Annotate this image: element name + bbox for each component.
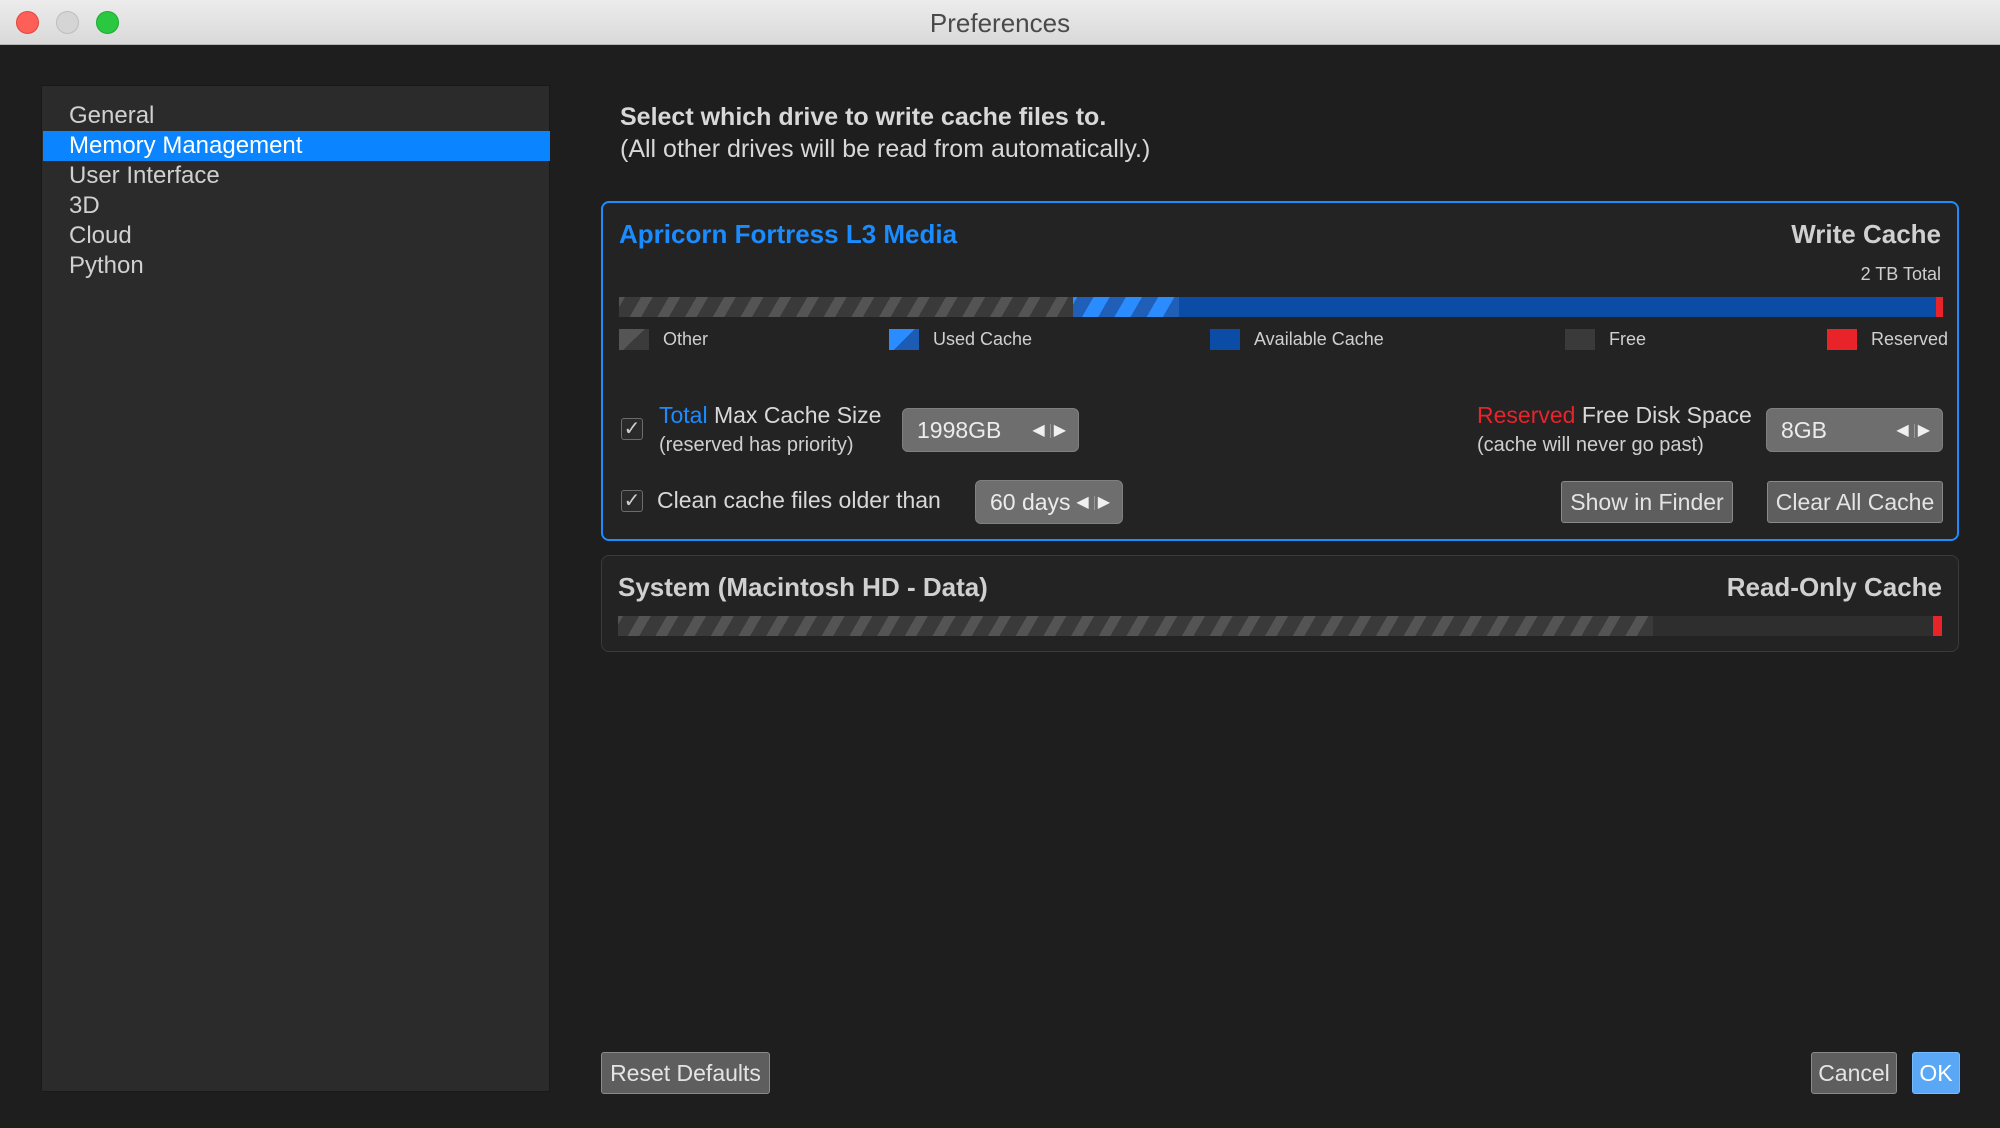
usage-segment-available-cache bbox=[1179, 297, 1936, 317]
reserved-label-text: Free Disk Space bbox=[1575, 402, 1752, 428]
write-cache-label: Write Cache bbox=[1791, 219, 1941, 249]
sidebar-item-cloud[interactable]: Cloud bbox=[43, 221, 550, 251]
ok-button[interactable]: OK bbox=[1912, 1052, 1960, 1094]
legend-label-other: Other bbox=[663, 328, 709, 349]
write-drive-usage-bar bbox=[619, 297, 1943, 317]
legend-label-reserved: Reserved bbox=[1871, 328, 1949, 349]
legend-reserved: Reserved bbox=[1827, 327, 1948, 351]
legend-available-cache: Available Cache bbox=[1210, 327, 1384, 351]
clean-cache-checkbox[interactable]: ✓ bbox=[621, 490, 643, 512]
sidebar-item-user-interface[interactable]: User Interface bbox=[43, 161, 550, 191]
reset-defaults-button[interactable]: Reset Defaults bbox=[601, 1052, 770, 1094]
decrement-arrow-icon[interactable]: ◀ bbox=[1896, 422, 1910, 439]
decrement-arrow-icon[interactable]: ◀ bbox=[1032, 422, 1046, 439]
stepper-arrows[interactable]: ◀ ▶ bbox=[1032, 420, 1068, 440]
read-cache-label: Read-Only Cache bbox=[1726, 572, 1942, 602]
intro-subtext: (All other drives will be read from auto… bbox=[620, 135, 1151, 163]
legend-used-cache: Used Cache bbox=[889, 327, 1032, 351]
sidebar-item-python[interactable]: Python bbox=[43, 251, 550, 281]
stepper-arrows[interactable]: ◀ ▶ bbox=[1896, 420, 1932, 440]
reserved-space-value: 8GB bbox=[1781, 417, 1828, 443]
clear-all-cache-button[interactable]: Clear All Cache bbox=[1767, 481, 1943, 523]
reserved-space-label: Reserved Free Disk Space bbox=[1477, 402, 1752, 429]
cancel-button[interactable]: Cancel bbox=[1811, 1052, 1897, 1094]
legend-free: Free bbox=[1565, 327, 1646, 351]
stepper-arrows[interactable]: ◀ ▶ bbox=[1076, 492, 1112, 512]
max-cache-size-value: 1998GB bbox=[917, 417, 1002, 443]
decrement-arrow-icon[interactable]: ◀ bbox=[1076, 494, 1090, 511]
drive-total-size: 2 TB Total bbox=[1860, 264, 1941, 284]
read-drive-name: System (Macintosh HD - Data) bbox=[618, 572, 988, 602]
legend-swatch-free bbox=[1565, 328, 1595, 350]
clean-cache-label: Clean cache files older than bbox=[657, 487, 941, 513]
max-cache-size-stepper[interactable]: 1998GB ◀ ▶ bbox=[902, 408, 1079, 452]
sidebar-item-memory-management[interactable]: Memory Management bbox=[43, 131, 550, 161]
legend-label-available-cache: Available Cache bbox=[1254, 328, 1384, 349]
legend-swatch-available-cache bbox=[1210, 328, 1240, 350]
sidebar-item-3d[interactable]: 3D bbox=[43, 191, 550, 221]
increment-arrow-icon[interactable]: ▶ bbox=[1918, 422, 1932, 439]
max-cache-label-text: Max Cache Size bbox=[707, 402, 882, 428]
increment-arrow-icon[interactable]: ▶ bbox=[1098, 494, 1112, 511]
preferences-sidebar: General Memory Management User Interface… bbox=[41, 85, 550, 1092]
read-drive-usage-bar bbox=[618, 616, 1942, 636]
title-bar: Preferences bbox=[0, 0, 2000, 45]
increment-arrow-icon[interactable]: ▶ bbox=[1054, 422, 1068, 439]
usage-segment-reserved bbox=[1933, 616, 1942, 636]
legend-other: Other bbox=[619, 327, 708, 351]
legend-swatch-reserved bbox=[1827, 328, 1857, 350]
reserved-space-note: (cache will never go past) bbox=[1477, 434, 1704, 456]
legend-swatch-used-cache bbox=[889, 328, 919, 350]
show-in-finder-button[interactable]: Show in Finder bbox=[1561, 481, 1733, 523]
usage-segment-other bbox=[618, 616, 1653, 636]
legend-label-used-cache: Used Cache bbox=[933, 328, 1033, 349]
intro-heading: Select which drive to write cache files … bbox=[620, 103, 1107, 131]
max-cache-total-highlight: Total bbox=[659, 402, 708, 428]
max-cache-size-label: Total Max Cache Size bbox=[659, 402, 881, 429]
usage-segment-other bbox=[619, 297, 1073, 317]
max-cache-size-checkbox[interactable]: ✓ bbox=[621, 418, 643, 440]
usage-segment-free bbox=[1653, 616, 1932, 636]
legend-swatch-other bbox=[619, 328, 649, 350]
usage-segment-reserved bbox=[1936, 297, 1943, 317]
usage-segment-used-cache bbox=[1073, 297, 1179, 317]
clean-cache-age-value: 60 days bbox=[990, 489, 1071, 515]
reserved-space-stepper[interactable]: 8GB ◀ ▶ bbox=[1766, 408, 1943, 452]
read-only-drive-panel[interactable]: System (Macintosh HD - Data) Read-Only C… bbox=[601, 555, 1959, 652]
reserved-highlight: Reserved bbox=[1477, 402, 1576, 428]
clean-cache-age-stepper[interactable]: 60 days ◀ ▶ bbox=[975, 480, 1123, 524]
sidebar-item-general[interactable]: General bbox=[43, 101, 550, 131]
max-cache-size-note: (reserved has priority) bbox=[659, 434, 854, 456]
write-cache-drive-panel[interactable]: Apricorn Fortress L3 Media Write Cache 2… bbox=[601, 201, 1959, 541]
window-title: Preferences bbox=[929, 8, 1071, 38]
legend-label-free: Free bbox=[1609, 328, 1647, 349]
write-drive-name: Apricorn Fortress L3 Media bbox=[619, 219, 958, 249]
